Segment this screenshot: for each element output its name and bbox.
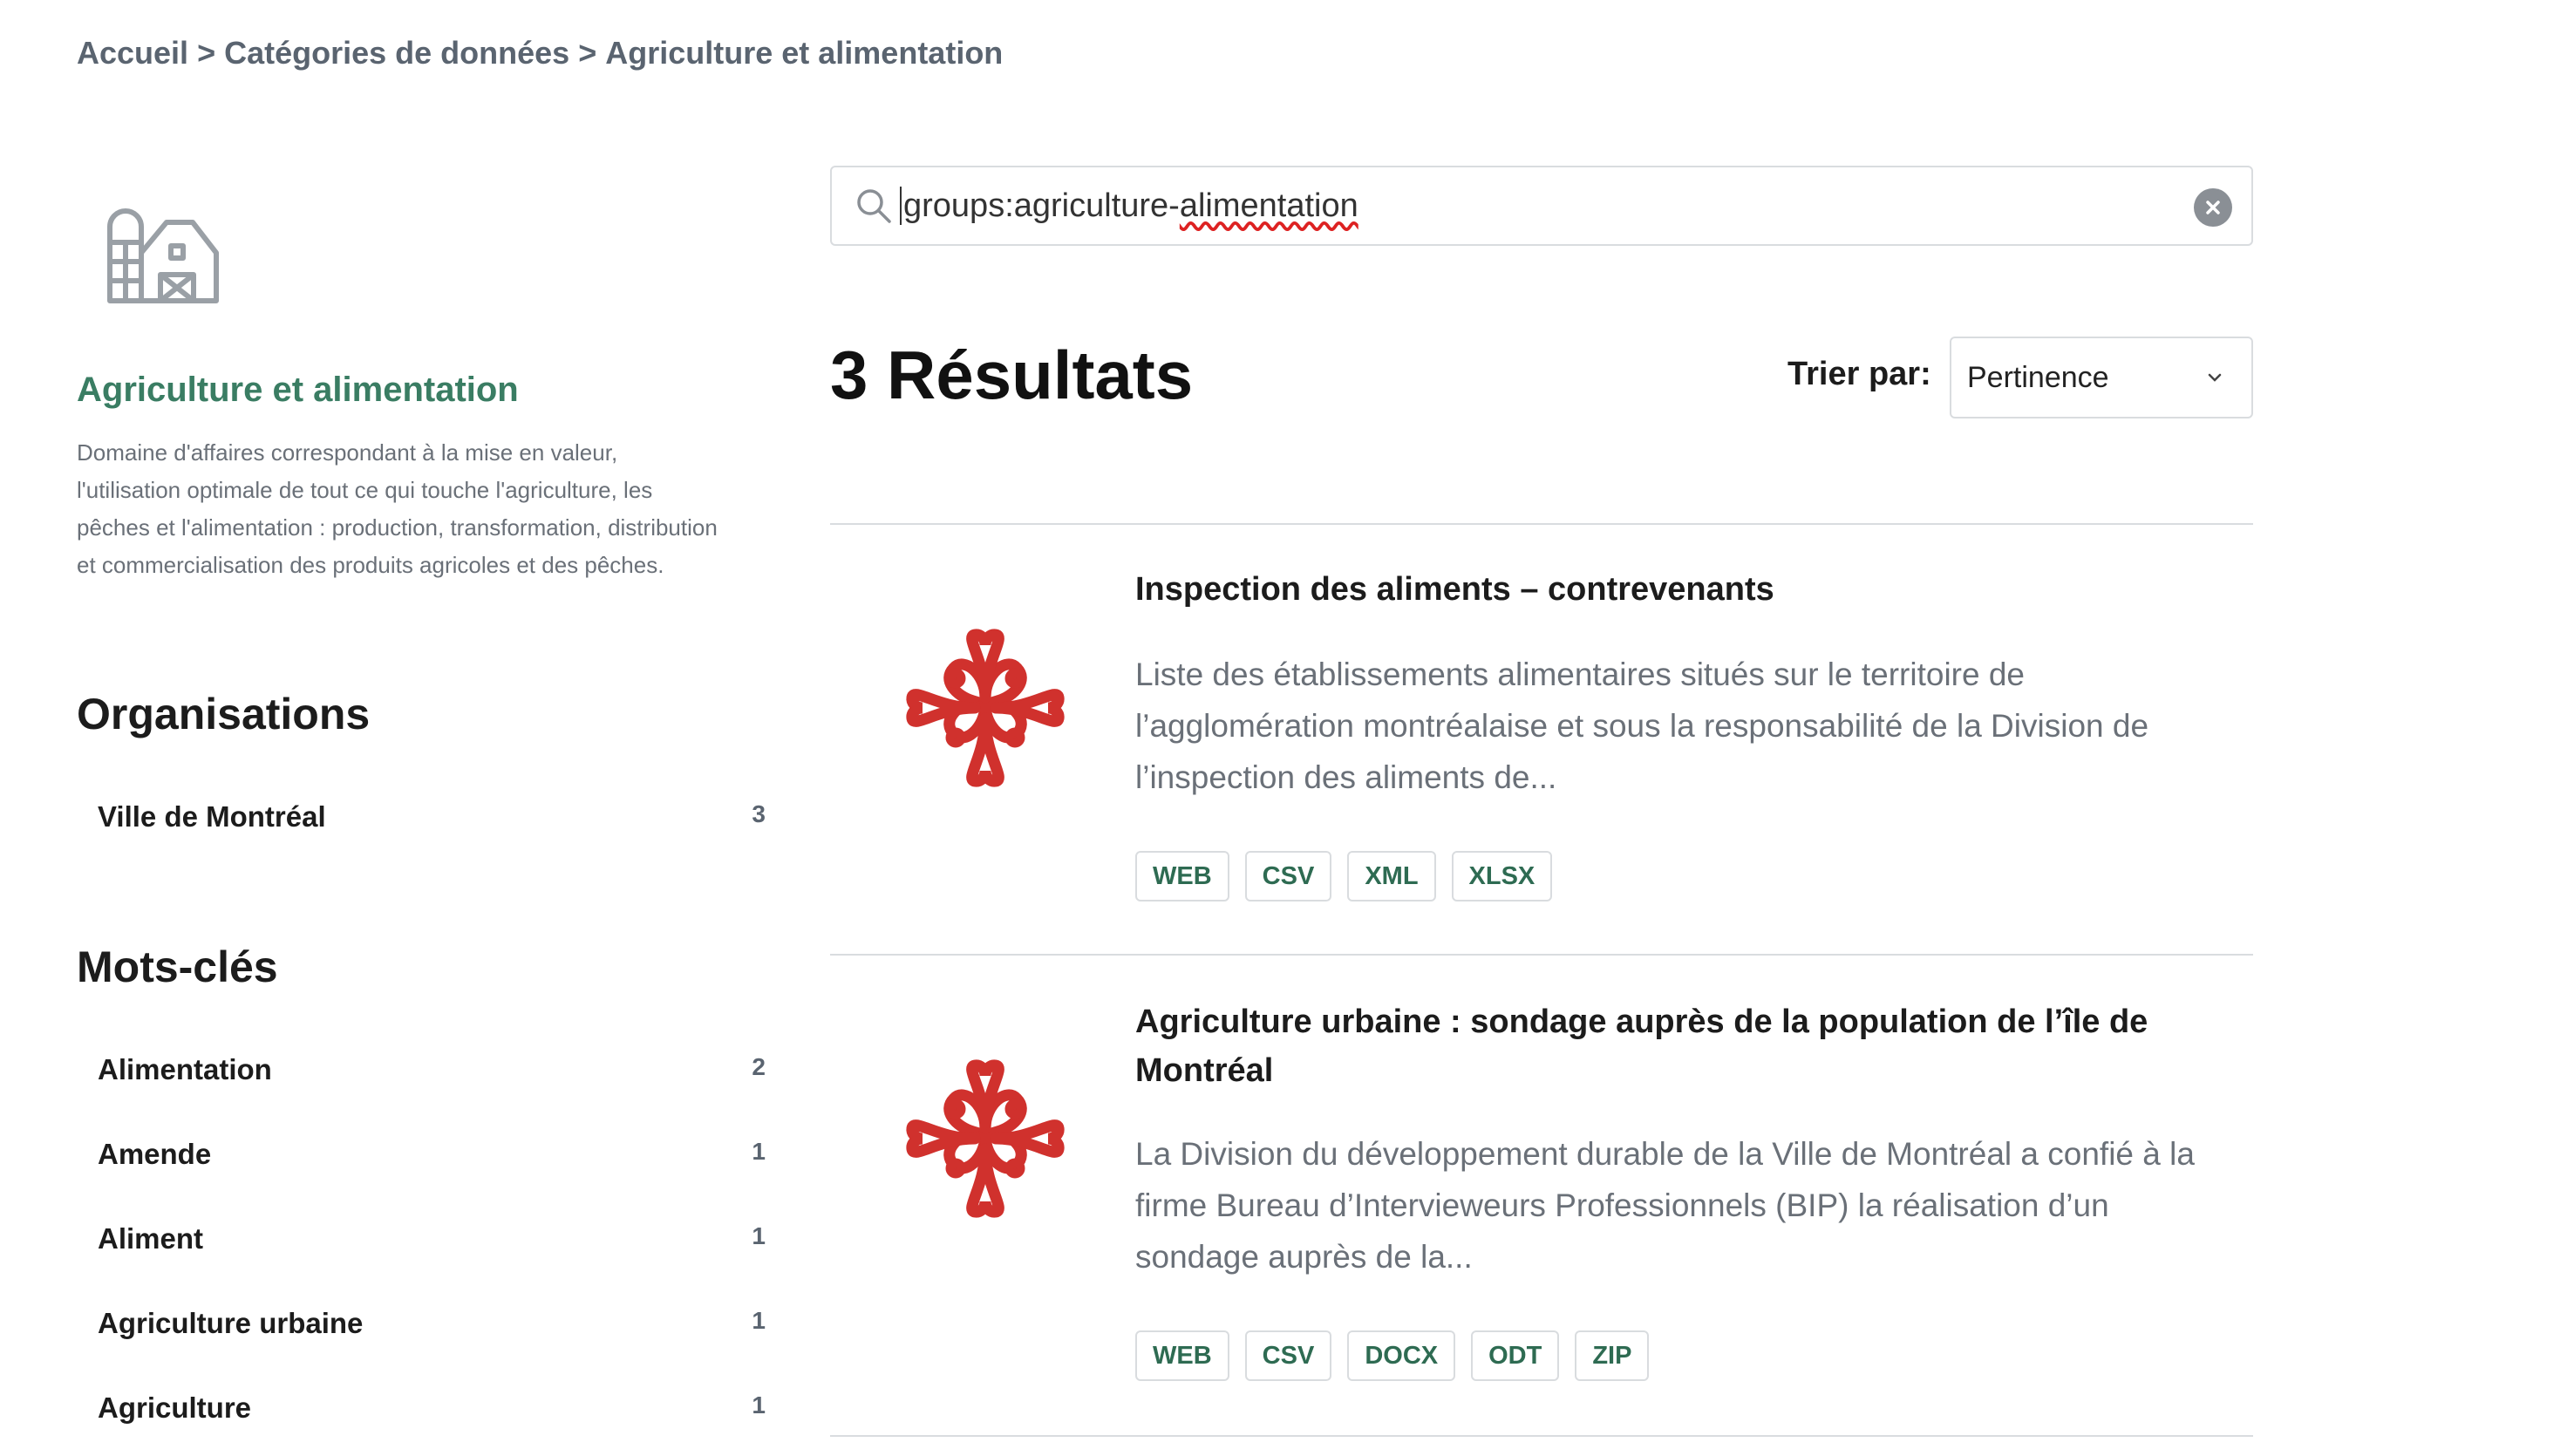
result-format-tags: WEB CSV DOCX ODT ZIP — [1135, 1330, 1650, 1381]
keywords-heading: Mots-clés — [77, 942, 278, 991]
sort-selected-value: Pertinence — [1967, 360, 2109, 394]
chevron-down-icon — [2208, 373, 2222, 382]
result-description: La Division du développement durable de … — [1135, 1136, 2195, 1275]
format-tag[interactable]: XML — [1347, 851, 1436, 901]
farm-barn-icon — [107, 208, 219, 303]
search-input[interactable]: groups:agriculture-alimentation — [830, 166, 2253, 246]
facet-keyword-item[interactable]: Agriculture urbaine 1 — [98, 1307, 769, 1340]
format-tag[interactable]: ODT — [1471, 1330, 1560, 1381]
search-query-prefix: groups:agriculture- — [903, 187, 1180, 224]
facet-keyword-item[interactable]: Agriculture 1 — [98, 1391, 769, 1425]
clear-search-button[interactable] — [2194, 188, 2232, 227]
divider — [830, 523, 2253, 525]
result-format-tags: WEB CSV XML XLSX — [1135, 851, 1553, 901]
facet-organisation-item[interactable]: Ville de Montréal 3 — [98, 800, 769, 833]
format-tag[interactable]: WEB — [1135, 851, 1229, 901]
facet-label: Aliment — [98, 1222, 204, 1255]
format-tag[interactable]: ZIP — [1575, 1330, 1650, 1381]
breadcrumb-home[interactable]: Accueil — [77, 35, 188, 71]
facet-keyword-item[interactable]: Aliment 1 — [98, 1222, 769, 1255]
facet-count: 1 — [752, 1307, 766, 1334]
category-title: Agriculture et alimentation — [77, 371, 519, 409]
search-query: groups:agriculture-alimentation — [900, 187, 1358, 225]
result-title-link[interactable]: Inspection des aliments – contrevenants — [1135, 565, 2216, 614]
facet-count: 1 — [752, 1138, 766, 1165]
format-tag[interactable]: CSV — [1244, 851, 1332, 901]
format-tag[interactable]: DOCX — [1347, 1330, 1456, 1381]
divider — [830, 954, 2253, 956]
facet-label: Amende — [98, 1138, 212, 1170]
close-icon — [2206, 201, 2220, 214]
facet-keyword-item[interactable]: Amende 1 — [98, 1138, 769, 1171]
facet-count: 1 — [752, 1222, 766, 1249]
facet-count: 1 — [752, 1391, 766, 1419]
sort-select[interactable]: Pertinence — [1950, 337, 2253, 418]
breadcrumb: Accueil > Catégories de données > Agricultur… — [77, 35, 1003, 71]
facet-count: 2 — [752, 1053, 766, 1080]
facet-count: 3 — [752, 800, 766, 827]
format-tag[interactable]: XLSX — [1451, 851, 1553, 901]
breadcrumb-categories[interactable]: Catégories de données — [224, 35, 569, 71]
result-description: Liste des établissements alimentaires si… — [1135, 657, 2149, 795]
facet-label: Agriculture urbaine — [98, 1307, 364, 1339]
divider — [830, 1435, 2253, 1437]
organisations-heading: Organisations — [77, 690, 371, 738]
montreal-logo-icon — [906, 629, 1065, 787]
search-query-suffix: alimentation — [1179, 187, 1358, 224]
facet-label: Agriculture — [98, 1391, 252, 1424]
category-description: Domaine d'affaires correspondant à la mi… — [77, 439, 718, 578]
breadcrumb-separator: > — [197, 35, 216, 71]
breadcrumb-current: Agriculture et alimentation — [605, 35, 1004, 71]
facet-keyword-item[interactable]: Alimentation 2 — [98, 1053, 769, 1086]
facet-label: Alimentation — [98, 1053, 272, 1085]
montreal-logo-icon — [906, 1059, 1065, 1218]
facet-label: Ville de Montréal — [98, 800, 326, 833]
search-icon — [857, 189, 891, 223]
sidebar: Agriculture et alimentation Domaine d'af… — [77, 192, 774, 584]
results-count-title: 3 Résultats — [830, 337, 1194, 413]
result-title-link[interactable]: Agriculture urbaine : sondage auprès de … — [1135, 997, 2216, 1095]
breadcrumb-separator: > — [578, 35, 597, 71]
format-tag[interactable]: WEB — [1135, 1330, 1229, 1381]
format-tag[interactable]: CSV — [1244, 1330, 1332, 1381]
sort-label: Trier par: — [1787, 356, 1931, 392]
